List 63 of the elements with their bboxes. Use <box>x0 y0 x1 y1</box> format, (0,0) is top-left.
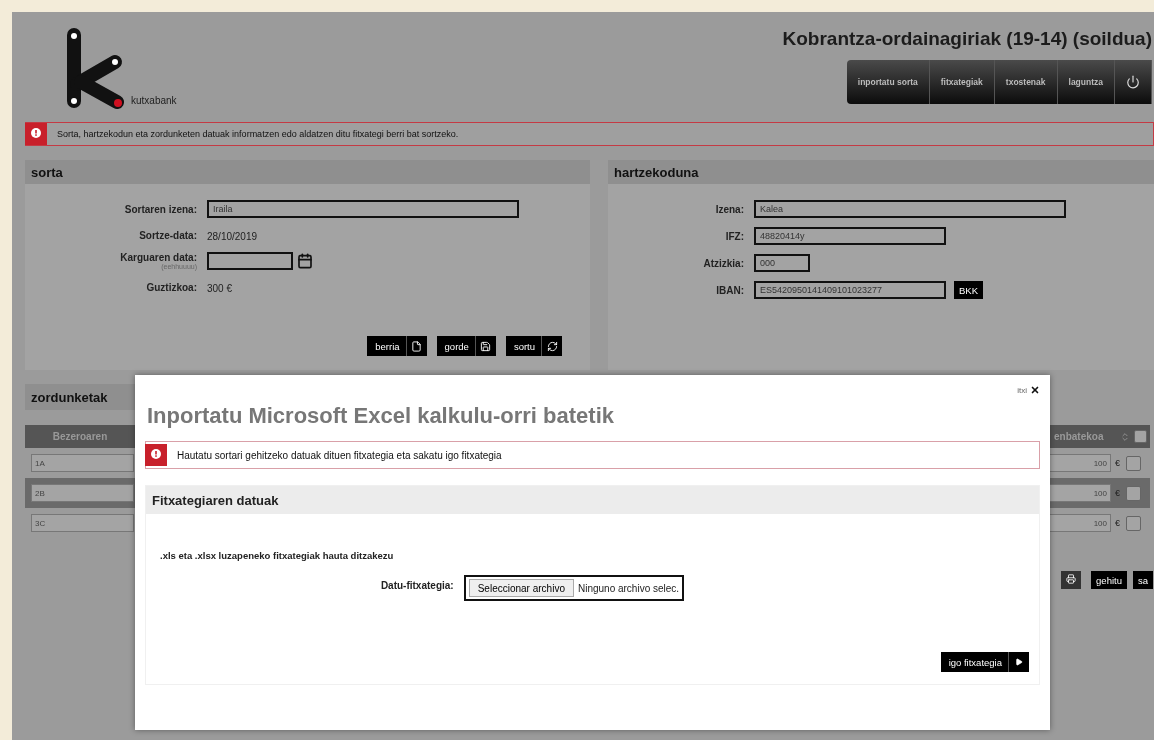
nav-button[interactable]: inportatu sorta <box>846 60 930 104</box>
printer-icon <box>1066 574 1077 584</box>
power-icon <box>1126 75 1140 89</box>
input-field[interactable]: Kalea <box>754 200 1066 218</box>
choose-file-button[interactable]: Seleccionar archivo <box>468 579 574 597</box>
dialog-title: Inportatu Microsoft Excel kalkulu-orri batetik <box>147 403 615 429</box>
field-value: 28/10/2019 <box>207 231 258 242</box>
client-field[interactable]: 3C <box>31 514 134 532</box>
table-button[interactable]: gehitu <box>1091 571 1127 589</box>
panel-title: hartzekoduna <box>614 164 699 180</box>
print-button[interactable] <box>1061 571 1082 589</box>
alert-text: Hautatu sortari gehitzeko datuak dituen fitxategia eta sakatu igo fitxategia <box>177 449 502 461</box>
field-label: Atzizkia: <box>703 257 744 269</box>
field-label: Izena: <box>715 203 744 215</box>
field-label: Sortze-data: <box>139 229 197 241</box>
client-field[interactable]: 2B <box>31 484 134 502</box>
action-button[interactable]: sortu <box>505 336 562 356</box>
play-icon <box>1015 658 1023 666</box>
field-label: IBAN: <box>716 284 744 296</box>
section-title: Fitxategiaren datuak <box>152 492 279 508</box>
file-status: Ninguno archivo selec. <box>577 582 680 594</box>
currency-label: € <box>1115 458 1120 468</box>
page-title: Kobrantza-ordainagiriak (19-14) (soildua) <box>782 28 1152 50</box>
row-checkbox[interactable] <box>1126 515 1141 531</box>
alert-text: Sorta, hartzekodun eta zordunketen datuak informatzen edo aldatzen ditu fitxategi berri bat sortzeko. <box>57 129 459 139</box>
close-icon[interactable] <box>1030 385 1040 395</box>
input-field[interactable]: 48820414y <box>754 227 946 245</box>
client-field[interactable]: 1A <box>31 454 134 472</box>
panel-title: sorta <box>31 164 63 180</box>
file-icon <box>411 340 423 352</box>
file-input[interactable]: Seleccionar archivo Ninguno archivo selec. <box>463 575 685 601</box>
upload-button[interactable]: igo fitxategia <box>940 652 1029 672</box>
currency-label: € <box>1115 518 1120 528</box>
field-label: Sortaren izena: <box>124 203 197 215</box>
nav-button[interactable]: txostenak <box>994 60 1058 104</box>
input-field[interactable]: 000 <box>754 254 810 272</box>
nav-button[interactable]: laguntza <box>1057 60 1115 104</box>
field-label: Karguaren data: <box>120 252 197 263</box>
input-field[interactable]: Iraila <box>207 200 519 218</box>
nav-button[interactable]: fitxategiak <box>929 60 995 104</box>
currency-label: € <box>1115 488 1120 498</box>
row-checkbox[interactable] <box>1126 485 1141 501</box>
note-text: .xls eta .xlsx luzapeneko fitxategiak hauta ditzakezu <box>160 550 395 561</box>
table-button[interactable]: sa <box>1132 571 1153 589</box>
row-checkbox[interactable] <box>1126 455 1141 471</box>
column-header: Bezeroaren <box>25 425 135 448</box>
calendar-icon[interactable] <box>297 253 313 269</box>
logo-text: kutxabank <box>131 95 177 106</box>
select-all-checkbox[interactable] <box>1134 430 1147 443</box>
field-label: Guztizkoa: <box>146 281 197 293</box>
close-link[interactable]: itxi <box>1017 385 1027 395</box>
refresh-icon <box>546 340 558 352</box>
field-label: Datu-fitxategia: <box>380 580 454 591</box>
alert-icon <box>25 123 47 145</box>
action-button[interactable]: berria <box>367 336 427 356</box>
action-button[interactable]: gorde <box>436 336 496 356</box>
bkk-button[interactable]: BKK <box>954 281 983 299</box>
power-button[interactable] <box>1115 60 1152 104</box>
field-label: IFZ: <box>725 230 744 242</box>
field-value: 300 € <box>207 283 233 294</box>
date-field[interactable] <box>207 252 293 270</box>
input-field[interactable]: ES5420950141409101023277 <box>754 281 946 299</box>
section-title: zordunketak <box>31 389 108 405</box>
